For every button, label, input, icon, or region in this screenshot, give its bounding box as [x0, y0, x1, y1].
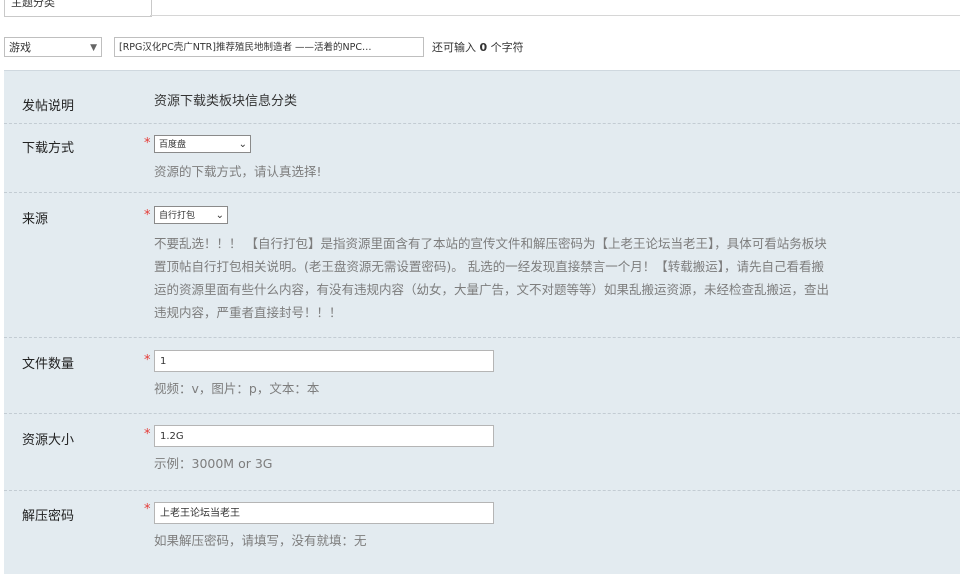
file-count-label: 文件数量 — [22, 357, 75, 372]
download-method-row: 下载方式 * 百度盘 ⌄ 资源的下载方式，请认真选择! — [4, 123, 960, 193]
unzip-password-row: 解压密码 * 上老王论坛当老王 如果解压密码，请填写，没有就填：无 — [4, 490, 960, 574]
intro-row: 发帖说明 资源下载类板块信息分类 — [4, 71, 960, 124]
download-method-label: 下载方式 — [22, 141, 75, 156]
file-count-row: 文件数量 * 1 视频：v，图片：p，文本：本 — [4, 337, 960, 414]
resource-size-value: 1.2G — [160, 431, 184, 442]
unzip-password-hint: 如果解压密码，请填写，没有就填：无 — [154, 533, 367, 548]
subject-input[interactable]: [RPG汉化PC壳广NTR]推荐殖民地制造者 ——活着的NPC… — [114, 37, 424, 57]
source-hint-line: 运的资源里面有些什么内容，有没有违规内容（幼女，大量广告，文不对题等等）如果乱搬… — [154, 282, 830, 297]
counter-value: 0 — [479, 41, 488, 54]
top-tab-bar: 主题分类 — [0, 0, 960, 18]
intro-label: 发帖说明 — [22, 99, 75, 114]
source-select[interactable]: 自行打包 ⌄ — [154, 206, 228, 224]
source-hint-line: 置顶帖自行打包相关说明。(老王盘资源无需设置密码)。 乱选的一经发现直接禁言一个… — [154, 259, 824, 274]
tab-category-label: 主题分类 — [11, 0, 55, 9]
resource-size-label: 资源大小 — [22, 433, 75, 448]
chevron-down-icon: ▼ — [90, 43, 97, 53]
thread-type-value: 游戏 — [9, 41, 31, 54]
unzip-password-input[interactable]: 上老王论坛当老王 — [154, 502, 494, 524]
chevron-down-icon: ⌄ — [215, 210, 224, 221]
resource-size-row: 资源大小 * 1.2G 示例：3000M or 3G — [4, 413, 960, 491]
file-count-hint: 视频：v，图片：p，文本：本 — [154, 381, 320, 396]
resource-size-input[interactable]: 1.2G — [154, 425, 494, 447]
resource-size-hint: 示例：3000M or 3G — [154, 456, 273, 471]
required-marker: * — [144, 353, 151, 368]
download-method-hint: 资源的下载方式，请认真选择! — [154, 164, 322, 179]
unzip-password-label: 解压密码 — [22, 509, 75, 524]
file-count-value: 1 — [160, 356, 167, 367]
unzip-password-value: 上老王论坛当老王 — [160, 508, 240, 519]
thread-type-select[interactable]: 游戏 ▼ — [4, 37, 102, 57]
download-method-value: 百度盘 — [159, 140, 187, 150]
counter-suffix: 个字符 — [490, 41, 524, 54]
thread-info-form: 发帖说明 资源下载类板块信息分类 下载方式 * 百度盘 ⌄ 资源的下载方式，请认… — [4, 70, 960, 574]
source-row: 来源 * 自行打包 ⌄ 不要乱选！！！ 【自行打包】是指资源里面含有了本站的宣传… — [4, 192, 960, 338]
source-value: 自行打包 — [159, 211, 196, 221]
file-count-input[interactable]: 1 — [154, 350, 494, 372]
download-method-select[interactable]: 百度盘 ⌄ — [154, 135, 251, 153]
char-counter: 还可输入 0 个字符 — [432, 39, 524, 55]
counter-prefix: 还可输入 — [432, 41, 476, 54]
chevron-down-icon: ⌄ — [238, 139, 247, 150]
required-marker: * — [144, 502, 151, 517]
tab-category[interactable]: 主题分类 — [4, 0, 152, 17]
subject-value: [RPG汉化PC壳广NTR]推荐殖民地制造者 ——活着的NPC… — [119, 42, 372, 53]
required-marker: * — [144, 136, 151, 151]
source-hint-line: 违规内容，严重者直接封号！！！ — [154, 305, 342, 320]
required-marker: * — [144, 427, 151, 442]
source-hint-line: 不要乱选！！！ 【自行打包】是指资源里面含有了本站的宣传文件和解压密码为【上老王… — [154, 236, 827, 251]
source-label: 来源 — [22, 212, 49, 227]
tab-bar-divider — [150, 15, 960, 16]
intro-text: 资源下载类板块信息分类 — [154, 94, 298, 109]
required-marker: * — [144, 208, 151, 223]
